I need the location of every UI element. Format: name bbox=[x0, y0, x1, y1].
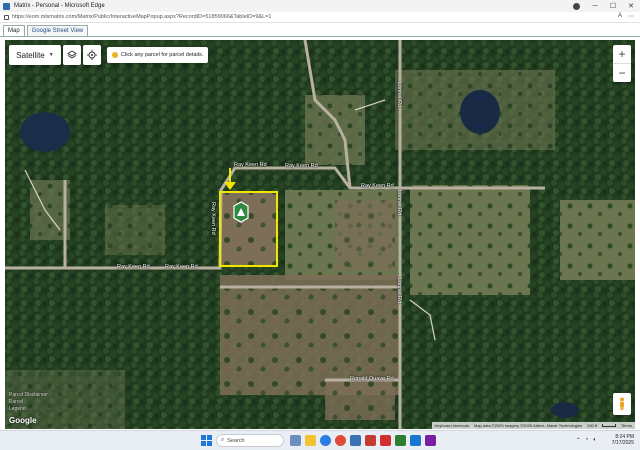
hand-icon bbox=[112, 52, 118, 58]
teams-icon[interactable] bbox=[425, 435, 436, 446]
maximize-button[interactable]: ☐ bbox=[604, 0, 622, 12]
layers-icon bbox=[67, 50, 77, 59]
chevron-down-icon: ▼ bbox=[48, 52, 54, 58]
minimize-button[interactable]: ─ bbox=[586, 0, 604, 12]
zoom-out-button[interactable]: − bbox=[613, 64, 631, 82]
window-titlebar: Matrix - Personal - Microsoft Edge ─ ☐ ✕ bbox=[0, 0, 640, 12]
keyboard-shortcuts-link[interactable]: Keyboard shortcuts bbox=[435, 423, 469, 428]
parcel-disclaimer[interactable]: Parcel Disclaimer Parcel Legend bbox=[9, 392, 48, 413]
task-view-icon[interactable] bbox=[290, 435, 301, 446]
taskbar-search[interactable]: ⌕ Search bbox=[216, 434, 284, 447]
word-icon[interactable] bbox=[350, 435, 361, 446]
satellite-imagery bbox=[5, 40, 635, 429]
url-text[interactable]: https://eom.mlsmatrix.com/Matrix/Public/… bbox=[12, 14, 271, 20]
layers-button[interactable] bbox=[63, 45, 81, 65]
powerpoint-icon[interactable] bbox=[365, 435, 376, 446]
file-explorer-icon[interactable] bbox=[305, 435, 316, 446]
map-type-label: Satellite bbox=[16, 50, 45, 60]
road-label-lonnel: Lonnel Rd bbox=[396, 278, 402, 304]
road-label-lonnel: Lonnel Rd bbox=[396, 82, 402, 108]
excel-icon[interactable] bbox=[395, 435, 406, 446]
parcel-hint: Click any parcel for parcel details. bbox=[107, 47, 209, 63]
window-title: Matrix - Personal - Microsoft Edge bbox=[14, 3, 105, 9]
tab-google-street-view[interactable]: Google Street View bbox=[26, 25, 89, 36]
legend-link[interactable]: Legend bbox=[9, 406, 48, 413]
road-label-lonnel: Lonnel Rd bbox=[396, 190, 402, 216]
more-options-icon[interactable]: ⋯ bbox=[628, 13, 634, 20]
scale-label[interactable]: 200 ft bbox=[587, 423, 597, 428]
map-controls: Satellite ▼ Click any parcel for parcel … bbox=[9, 45, 209, 65]
edge-icon[interactable] bbox=[320, 435, 331, 446]
terms-link[interactable]: Terms bbox=[621, 423, 632, 428]
google-logo: Google bbox=[9, 416, 37, 425]
street-view-pegman[interactable] bbox=[613, 393, 631, 415]
map-type-dropdown[interactable]: Satellite ▼ bbox=[9, 45, 61, 65]
window-controls: ─ ☐ ✕ bbox=[573, 0, 640, 12]
parcel-disclaimer-link[interactable]: Parcel Disclaimer bbox=[9, 392, 48, 399]
satellite-map[interactable]: Ray Keen Rd Ray Keen Rd Ray Keen Rd Ray … bbox=[5, 40, 635, 429]
zoom-control: + − bbox=[613, 45, 631, 82]
volume-icon[interactable]: ◖ bbox=[592, 437, 596, 444]
search-placeholder: Search bbox=[227, 437, 245, 444]
wifi-icon[interactable]: ◔ bbox=[585, 437, 589, 444]
parcel-hint-text: Click any parcel for parcel details. bbox=[121, 52, 204, 58]
zoom-in-button[interactable]: + bbox=[613, 45, 631, 63]
listing-marker-icon[interactable] bbox=[233, 201, 249, 223]
road-label-ray-keen-vertical: Ray Keen Rd bbox=[210, 202, 216, 235]
profile-icon[interactable] bbox=[573, 2, 580, 10]
road-label-ray-keen: Ray Keen Rd bbox=[361, 183, 394, 189]
system-tray[interactable]: ⌃ ◔ ◖ bbox=[576, 437, 596, 444]
lock-icon bbox=[4, 14, 9, 20]
search-icon: ⌕ bbox=[221, 437, 225, 443]
acrobat-icon[interactable] bbox=[380, 435, 391, 446]
pegman-icon bbox=[620, 397, 624, 410]
tab-map[interactable]: Map bbox=[3, 25, 25, 36]
map-attribution: Keyboard shortcuts Map data ©2025 Imager… bbox=[431, 422, 635, 429]
scale-bar bbox=[602, 424, 617, 427]
target-icon bbox=[87, 50, 97, 60]
road-label-ray-keen: Ray Keen Rd bbox=[117, 264, 150, 270]
road-label-ray-keen: Ray Keen Rd bbox=[165, 264, 198, 270]
road-label-ray-keen: Ray Keen Rd bbox=[285, 163, 318, 169]
address-bar[interactable]: https://eom.mlsmatrix.com/Matrix/Public/… bbox=[0, 12, 640, 23]
parcel-link[interactable]: Parcel bbox=[9, 399, 48, 406]
close-button[interactable]: ✕ bbox=[622, 0, 640, 12]
windows-taskbar: ⌕ Search ⌃ ◔ ◖ 8:24 PM 7/17/2025 bbox=[0, 430, 640, 450]
locate-button[interactable] bbox=[83, 45, 101, 65]
chevron-up-icon[interactable]: ⌃ bbox=[576, 437, 581, 444]
taskbar-clock[interactable]: 8:24 PM 7/17/2025 bbox=[612, 434, 634, 446]
clock-date: 7/17/2025 bbox=[611, 440, 634, 446]
chrome-icon[interactable] bbox=[335, 435, 346, 446]
read-aloud-icon[interactable]: A bbox=[618, 13, 622, 20]
map-tabs: Map Google Street View bbox=[0, 23, 640, 37]
road-label-ray-keen: Ray Keen Rd bbox=[234, 162, 267, 168]
start-button[interactable] bbox=[201, 435, 212, 446]
outlook-icon[interactable] bbox=[410, 435, 421, 446]
edge-favicon-icon bbox=[3, 2, 10, 10]
map-data-credit: Map data ©2025 Imagery ©2025 Airbus, Max… bbox=[473, 423, 583, 428]
road-label-ronald-quave: Ronald Quave Rd bbox=[350, 376, 394, 382]
